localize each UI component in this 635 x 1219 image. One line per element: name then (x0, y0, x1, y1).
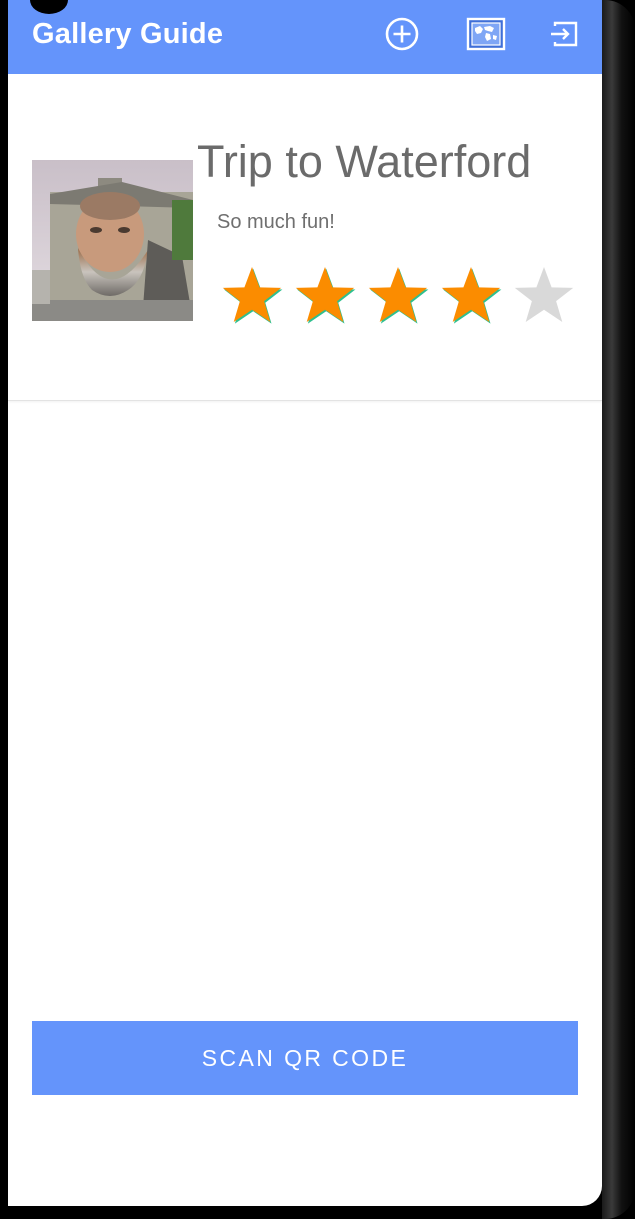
app-title: Gallery Guide (32, 18, 224, 50)
add-circle-icon[interactable] (382, 14, 422, 54)
world-map-icon[interactable] (466, 14, 506, 54)
star-rating[interactable] (220, 264, 590, 334)
star-filled-icon[interactable] (439, 264, 503, 328)
phone-screen: Gallery Guide Trip to Waterford So much … (8, 0, 602, 1206)
star-empty-icon[interactable] (512, 264, 576, 328)
app-bar: Gallery Guide (8, 0, 602, 74)
trip-title: Trip to Waterford (197, 136, 532, 187)
phone-frame (602, 0, 635, 1219)
star-filled-icon[interactable] (366, 264, 430, 328)
trip-photo (32, 160, 193, 321)
trip-description: So much fun! (217, 211, 335, 233)
star-filled-icon[interactable] (293, 264, 357, 328)
scan-qr-code-button[interactable]: SCAN QR CODE (32, 1021, 578, 1095)
star-filled-icon[interactable] (220, 264, 284, 328)
trip-card[interactable]: Trip to Waterford So much fun! (8, 74, 602, 401)
exit-icon[interactable] (545, 14, 585, 54)
